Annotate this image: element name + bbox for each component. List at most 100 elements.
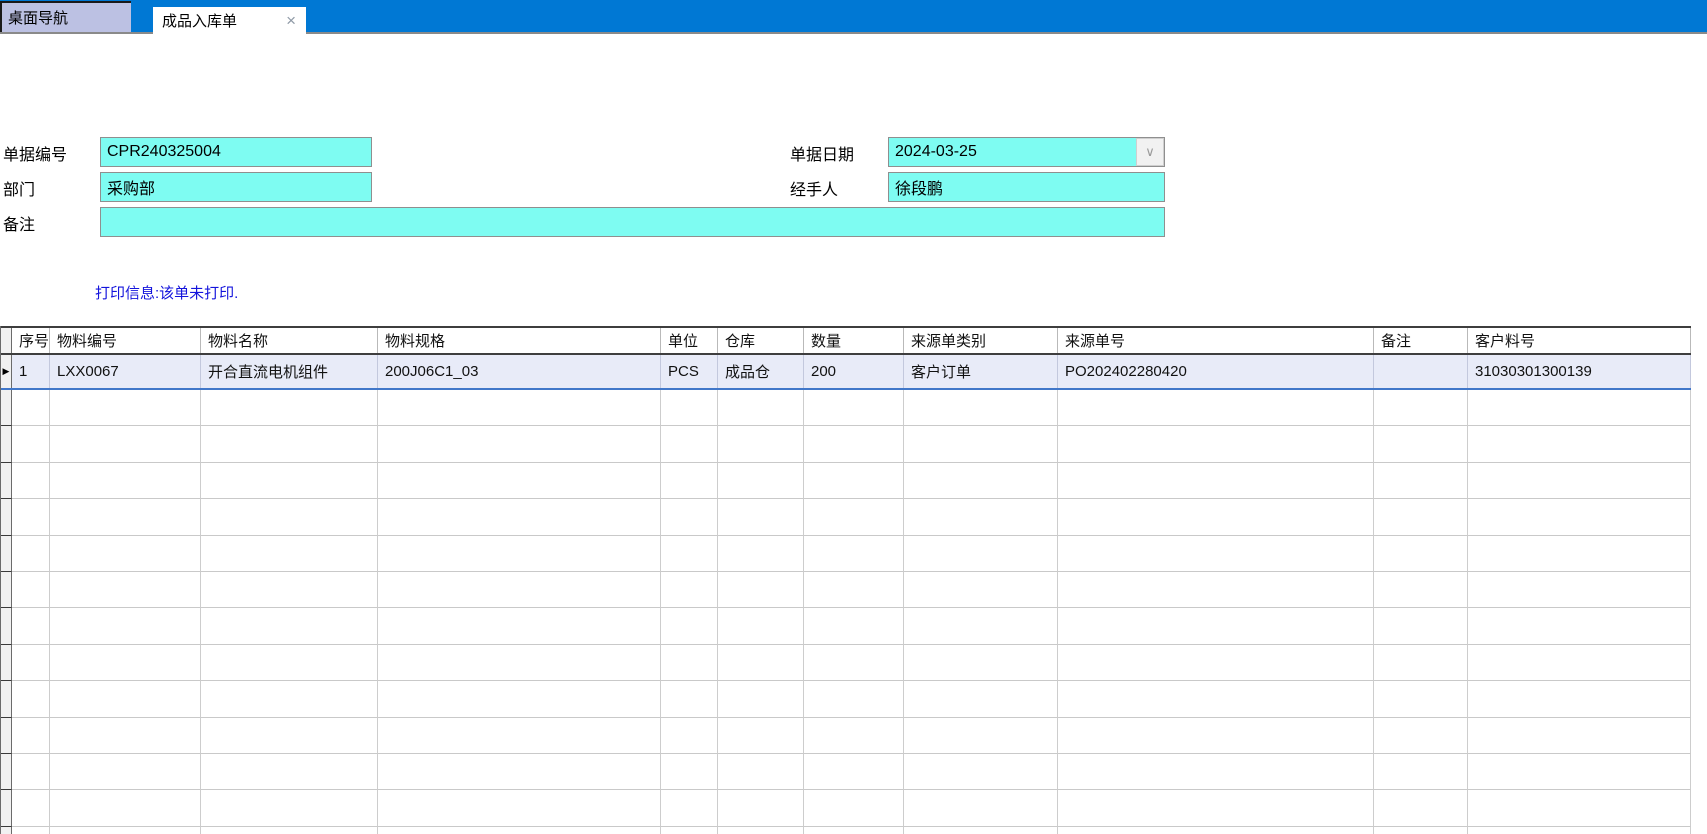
empty-row: [1, 681, 1691, 718]
header-cell[interactable]: 序号: [12, 328, 50, 353]
grid-cell-empty: [718, 681, 804, 718]
grid-cell[interactable]: PCS: [661, 355, 718, 388]
grid-cell-empty: [50, 717, 201, 754]
grid-cell-empty: [1058, 571, 1374, 609]
grid-cell-empty: [718, 535, 804, 572]
grid-cell-empty: [718, 462, 804, 500]
grid-cell-empty: [1374, 790, 1468, 827]
doc-no-input[interactable]: [100, 137, 372, 167]
row-selector-cell: [1, 390, 12, 427]
grid-cell-empty: [1374, 426, 1468, 463]
remark-label: 备注: [3, 217, 36, 234]
grid-cell[interactable]: 开合直流电机组件: [201, 355, 378, 388]
header-cell[interactable]: 仓库: [718, 328, 804, 353]
header-cell[interactable]: 单位: [661, 328, 718, 353]
header-cell[interactable]: 物料编号: [50, 328, 201, 353]
grid-cell[interactable]: 成品仓: [718, 355, 804, 388]
grid-cell-empty: [661, 753, 718, 791]
grid-cell-empty: [378, 644, 661, 682]
grid-cell[interactable]: 1: [12, 355, 50, 388]
grid-cell-empty: [378, 753, 661, 791]
grid-cell-empty: [50, 790, 201, 827]
header-cell[interactable]: 来源单类别: [904, 328, 1058, 353]
grid-cell-empty: [50, 826, 201, 834]
header-cell[interactable]: 物料名称: [201, 328, 378, 353]
grid-cell-empty: [378, 681, 661, 718]
grid-cell-empty: [661, 426, 718, 463]
grid-cell-empty: [50, 426, 201, 463]
grid-cell-empty: [378, 571, 661, 609]
grid-cell-empty: [661, 608, 718, 645]
grid-cell-empty: [661, 644, 718, 682]
empty-row: [1, 462, 1691, 500]
grid-cell-empty: [201, 390, 378, 427]
grid-cell[interactable]: 客户订单: [904, 355, 1058, 388]
grid-cell-empty: [718, 608, 804, 645]
grid-cell[interactable]: 31030301300139: [1468, 355, 1691, 388]
grid-cell-empty: [1468, 717, 1691, 754]
grid-cell-empty: [718, 571, 804, 609]
grid-cell-empty: [12, 426, 50, 463]
grid-cell-empty: [904, 390, 1058, 427]
doc-no-label: 单据编号: [3, 147, 68, 164]
grid-cell-empty: [804, 535, 904, 572]
table-row[interactable]: ▶ 1 LXX0067 开合直流电机组件 200J06C1_03 PCS 成品仓 200 客户订…: [1, 355, 1691, 390]
grid-cell-empty: [50, 681, 201, 718]
grid-cell[interactable]: LXX0067: [50, 355, 201, 388]
grid-cell-empty: [718, 499, 804, 536]
grid-cell-empty: [804, 571, 904, 609]
doc-date-picker[interactable]: ∨: [888, 137, 1165, 167]
header-cell[interactable]: 备注: [1374, 328, 1468, 353]
grid-cell-empty: [904, 644, 1058, 682]
grid-cell-empty: [378, 717, 661, 754]
grid-cell-empty: [12, 826, 50, 834]
grid-cell-empty: [1468, 499, 1691, 536]
grid-cell-empty: [804, 753, 904, 791]
row-selector-cell[interactable]: ▶: [1, 355, 12, 388]
header-cell[interactable]: 来源单号: [1058, 328, 1374, 353]
remark-input[interactable]: [100, 207, 1165, 237]
grid-cell-empty: [904, 753, 1058, 791]
grid-cell-empty: [904, 426, 1058, 463]
grid-cell-empty: [50, 753, 201, 791]
grid-cell-empty: [1374, 390, 1468, 427]
row-selector-cell: [1, 535, 12, 572]
grid-cell-empty: [378, 462, 661, 500]
grid-cell[interactable]: 200: [804, 355, 904, 388]
header-cell[interactable]: 物料规格: [378, 328, 661, 353]
empty-row: [1, 790, 1691, 827]
grid-cell-empty: [12, 790, 50, 827]
grid-cell-empty: [804, 790, 904, 827]
grid-cell[interactable]: [1374, 355, 1468, 388]
grid-cell-empty: [804, 826, 904, 834]
tab-finished-goods-receipt[interactable]: 成品入库单 ×: [153, 7, 306, 34]
grid-cell-empty: [12, 717, 50, 754]
header-cell[interactable]: 客户料号: [1468, 328, 1691, 353]
tab-label: 成品入库单: [162, 13, 238, 30]
grid-cell-empty: [661, 826, 718, 834]
grid-cell-empty: [1468, 535, 1691, 572]
grid-cell-empty: [1374, 717, 1468, 754]
tab-desktop-navigation[interactable]: 桌面导航: [0, 1, 131, 32]
grid-cell-empty: [1058, 499, 1374, 536]
grid-cell-empty: [378, 535, 661, 572]
grid-cell[interactable]: 200J06C1_03: [378, 355, 661, 388]
grid-cell[interactable]: PO202402280420: [1058, 355, 1374, 388]
department-input[interactable]: [100, 172, 372, 202]
header-cell[interactable]: 数量: [804, 328, 904, 353]
doc-date-label: 单据日期: [790, 147, 855, 164]
close-icon[interactable]: ×: [286, 12, 296, 29]
grid-cell-empty: [661, 390, 718, 427]
date-dropdown-button[interactable]: ∨: [1136, 138, 1164, 166]
grid-cell-empty: [718, 790, 804, 827]
grid-cell-empty: [904, 681, 1058, 718]
grid-body: ▶ 1 LXX0067 开合直流电机组件 200J06C1_03 PCS 成品仓 200 客户订…: [1, 355, 1691, 834]
grid-cell-empty: [1058, 644, 1374, 682]
grid-cell-empty: [378, 426, 661, 463]
grid-cell-empty: [1058, 826, 1374, 834]
doc-date-input[interactable]: [889, 138, 1136, 166]
handler-input[interactable]: [888, 172, 1165, 202]
row-indicator-icon: ▶: [2, 366, 10, 376]
row-selector-cell: [1, 790, 12, 827]
row-selector-cell: [1, 608, 12, 645]
